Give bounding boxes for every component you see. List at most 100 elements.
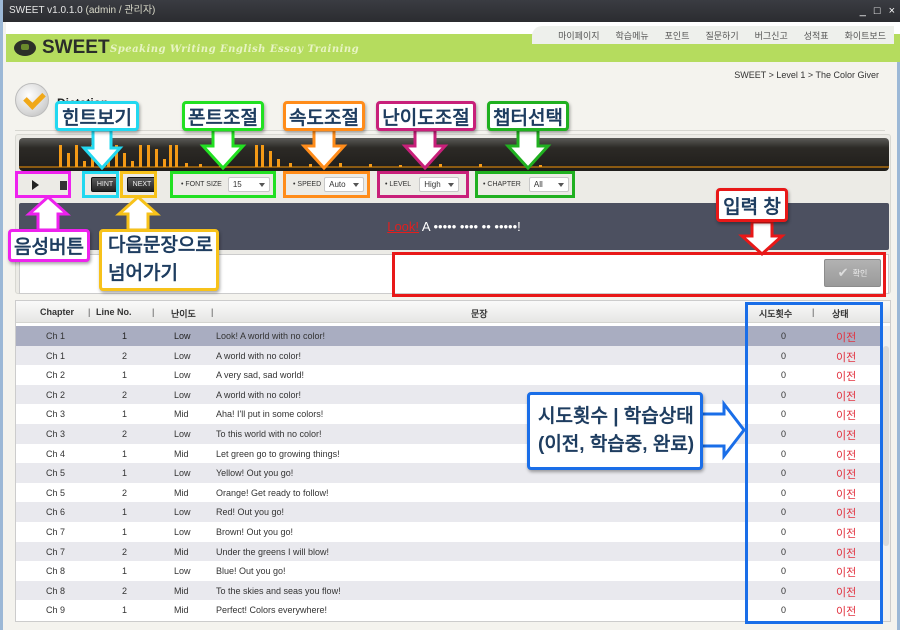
waveform-bar <box>199 164 202 167</box>
cell-line: 1 <box>122 409 128 420</box>
voice-callout: 음성버튼 <box>8 229 90 262</box>
waveform-bar <box>75 145 78 167</box>
close-icon[interactable]: × <box>889 0 895 22</box>
status-columns-highlight <box>745 302 883 624</box>
waveform-bar <box>99 149 102 167</box>
waveform-bar <box>107 157 110 167</box>
maximize-icon[interactable]: □ <box>874 0 881 22</box>
speed-highlight <box>283 171 370 198</box>
cell-line: 1 <box>122 448 128 459</box>
waveform-bar <box>399 165 402 167</box>
cell-sentence: Let green go to growing things! <box>216 448 340 459</box>
cell-line: 1 <box>122 468 128 479</box>
waveform-bar <box>123 153 126 167</box>
waveform-bar <box>339 163 342 167</box>
check-icon <box>15 83 49 117</box>
waveform-bar <box>269 151 272 167</box>
cell-chapter: Ch 7 <box>46 546 66 557</box>
cell-sentence: Perfect! Colors everywhere! <box>216 605 328 616</box>
speech-bubble-logo-icon <box>14 40 36 56</box>
cell-chapter: Ch 1 <box>46 350 66 361</box>
cell-line: 1 <box>122 370 128 381</box>
window-user: (admin / 관리자) <box>85 5 156 16</box>
cell-level: Mid <box>174 546 189 557</box>
waveform-bar <box>139 145 142 167</box>
header-level[interactable]: 난이도 <box>171 307 196 320</box>
cell-chapter: Ch 4 <box>46 448 66 459</box>
cell-line: 2 <box>122 585 128 596</box>
cell-chapter: Ch 3 <box>46 428 66 439</box>
nav-item-grades[interactable]: 성적표 <box>796 29 837 42</box>
minimize-icon[interactable]: _ <box>860 0 866 22</box>
status-callout: 시도횟수 | 학습상태 (이전, 학습중, 완료) <box>527 392 703 470</box>
cell-chapter: Ch 6 <box>46 507 66 518</box>
nav-item-points[interactable]: 포인트 <box>657 29 698 42</box>
cell-line: 1 <box>122 331 128 341</box>
waveform-bar <box>479 164 482 167</box>
hint-callout: 힌트보기 <box>55 101 139 131</box>
cell-sentence: Brown! Out you go! <box>216 526 294 537</box>
waveform-bar <box>369 164 372 167</box>
waveform-bar <box>309 164 312 167</box>
chapter-highlight <box>475 171 575 198</box>
waveform-bar <box>255 145 258 167</box>
table-scrollbar[interactable] <box>882 326 890 621</box>
status-callout-line2: (이전, 학습중, 완료) <box>538 434 695 455</box>
waveform-bar <box>289 163 292 167</box>
cell-level: Mid <box>174 409 189 420</box>
cell-line: 1 <box>122 526 128 537</box>
waveform-bar <box>131 161 134 167</box>
cell-sentence: Blue! Out you go! <box>216 566 286 577</box>
brand-name: SWEET <box>42 37 110 58</box>
nav-item-mypage[interactable]: 마이페이지 <box>550 29 607 42</box>
cell-sentence: Aha! I'll put in some colors! <box>216 409 324 420</box>
font-size-highlight <box>170 171 276 198</box>
header-chapter[interactable]: Chapter <box>40 307 74 317</box>
cell-chapter: Ch 1 <box>46 331 66 341</box>
waveform-bar <box>67 153 70 167</box>
cell-level: Low <box>174 389 191 400</box>
next-callout-line2: 넘어가기 <box>108 263 178 284</box>
nav-item-whiteboard[interactable]: 화이트보드 <box>837 29 894 42</box>
cell-line: 2 <box>122 487 128 498</box>
title-bar: SWEET v1.0.1.0 (admin / 관리자) _ □ × <box>3 0 900 22</box>
cell-sentence: Under the greens I will blow! <box>216 546 330 557</box>
waveform-bar <box>169 145 172 167</box>
cell-chapter: Ch 9 <box>46 605 66 616</box>
cell-sentence: Orange! Get ready to follow! <box>216 487 329 498</box>
cell-chapter: Ch 3 <box>46 409 66 420</box>
waveform-bar <box>163 159 166 167</box>
hint-word[interactable]: Look! <box>387 219 419 234</box>
cell-chapter: Ch 2 <box>46 370 66 381</box>
cell-chapter: Ch 2 <box>46 389 66 400</box>
status-callout-line1: 시도횟수 | 학습상태 <box>538 406 694 427</box>
waveform-bar <box>115 145 118 167</box>
waveform-bar <box>83 161 86 167</box>
input-highlight <box>392 252 886 297</box>
waveform-bar <box>91 145 94 167</box>
cell-level: Low <box>174 350 191 361</box>
waveform-bar <box>219 164 222 167</box>
waveform-bar <box>175 145 178 167</box>
header-line[interactable]: Line No. <box>96 307 132 317</box>
header-sentence[interactable]: 문장 <box>471 307 488 320</box>
cell-chapter: Ch 5 <box>46 468 66 479</box>
waveform-bar <box>185 163 188 167</box>
cell-sentence: A world with no color! <box>216 389 302 400</box>
nav-item-study-menu[interactable]: 학습메뉴 <box>608 29 657 42</box>
cell-level: Mid <box>174 448 189 459</box>
cell-level: Low <box>174 370 191 381</box>
cell-sentence: Red! Out you go! <box>216 507 285 518</box>
next-button-highlight <box>120 171 157 198</box>
cell-line: 2 <box>122 428 128 439</box>
nav-item-ask-question[interactable]: 질문하기 <box>698 29 747 42</box>
cell-level: Mid <box>174 487 189 498</box>
cell-chapter: Ch 8 <box>46 585 66 596</box>
scrollbar-thumb[interactable] <box>883 346 889 546</box>
header-sep: | <box>152 307 155 317</box>
next-callout: 다음문장으로 넘어가기 <box>99 229 219 291</box>
window-title: SWEET v1.0.1.0 <box>9 5 83 16</box>
audio-waveform[interactable] <box>19 138 889 171</box>
nav-item-bug-report[interactable]: 버그신고 <box>747 29 796 42</box>
cell-line: 1 <box>122 566 128 577</box>
